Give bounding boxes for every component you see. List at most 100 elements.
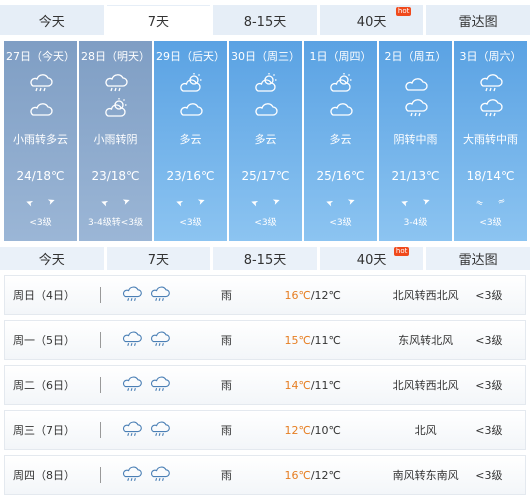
weather-icons <box>101 418 220 443</box>
tab-8-15days[interactable]: 8-15天 <box>213 5 317 35</box>
list-temp: 12℃/10℃ <box>284 424 375 437</box>
list-weather: 雨 <box>220 424 232 437</box>
forecast-temp: 25/16℃ <box>316 169 365 183</box>
list-wind: 北风 <box>414 424 437 437</box>
weather-icons <box>101 328 220 353</box>
forecast-desc: 小雨转多云 <box>13 133 68 146</box>
tab-7days[interactable]: 7天 <box>106 5 211 35</box>
temp-low: /12℃ <box>310 468 341 482</box>
forecast-card[interactable]: 30日（周三） 多云 25/17℃ ➤ ➤ <3级 <box>229 41 302 241</box>
tab-7days[interactable]: 7天 <box>106 247 211 270</box>
forecast-wind-level: <3级 <box>179 218 202 228</box>
tab-label: 7天 <box>147 253 170 268</box>
wind-arrow-icon: ➤ <box>196 196 207 208</box>
tab-8-15days[interactable]: 8-15天 <box>213 247 317 270</box>
tab-radar[interactable]: 雷达图 <box>426 247 530 270</box>
cloud-rain-icon <box>478 72 504 94</box>
temp-high: 12℃ <box>284 423 311 437</box>
cloud-rain-icon <box>149 418 171 443</box>
cloud-rain-icon <box>121 373 143 398</box>
tab-40days[interactable]: 40天 hot <box>319 5 424 35</box>
forecast-temp: 23/16℃ <box>166 169 215 183</box>
forecast-cards: 27日（今天） 小雨转多云 24/18℃ ➤ ➤ <3级 28日（明天） 小雨转阴 23/18℃… <box>4 41 530 241</box>
forecast-card[interactable]: 3日（周六） 大雨转中雨 18/14℃ ≈ ≈ <3级 <box>454 41 527 241</box>
cloud-sun-icon <box>178 72 204 94</box>
wind-direction: ➤ ➤ <box>249 195 282 209</box>
cloud-rain-icon <box>149 463 171 488</box>
hot-badge: hot <box>393 247 410 256</box>
list-item[interactable]: 周三（7日） 雨 12℃/10℃ 北风 <3级 <box>4 410 526 450</box>
list-item[interactable]: 周四（8日） 雨 16℃/12℃ 南风转东南风 <3级 <box>4 455 526 495</box>
forecast-wind-level: <3级 <box>479 218 502 228</box>
list-item[interactable]: 周日（4日） 雨 16℃/12℃ 北风转西北风 <3级 <box>4 275 526 315</box>
temp-high: 15℃ <box>284 333 311 347</box>
list-item[interactable]: 周一（5日） 雨 15℃/11℃ 东风转北风 <3级 <box>4 320 526 360</box>
tab-radar[interactable]: 雷达图 <box>426 5 530 35</box>
weather-icons <box>101 463 220 488</box>
tab-today[interactable]: 今天 <box>0 5 104 35</box>
list-wind-level: <3级 <box>475 469 503 482</box>
cloud-rain-icon <box>149 283 171 308</box>
list-temp: 16℃/12℃ <box>284 469 375 482</box>
list-wind-level: <3级 <box>475 289 503 302</box>
wind-arrow-icon: ➤ <box>46 196 57 208</box>
tab-label: 今天 <box>38 14 65 30</box>
forecast-card[interactable]: 2日（周五） 阴转中雨 21/13℃ ➤ ➤ 3-4级 <box>379 41 452 241</box>
temp-low: /10℃ <box>310 423 341 437</box>
list-day: 周三（7日） <box>13 424 75 437</box>
forecast-card[interactable]: 27日（今天） 小雨转多云 24/18℃ ➤ ➤ <3级 <box>4 41 77 241</box>
cloud-icon <box>403 72 429 94</box>
cloud-icon <box>28 97 54 119</box>
daily-list: 周日（4日）雨 16℃/12℃ 北风转西北风 <3级 周一（5日）雨 15℃/11℃ 东风转… <box>4 275 526 500</box>
cloud-rain-icon <box>121 418 143 443</box>
tab-label: 雷达图 <box>458 253 498 268</box>
forecast-temp: 25/17℃ <box>241 169 290 183</box>
wind-arrow-icon: ➤ <box>324 196 335 208</box>
forecast-date: 2日（周五） <box>384 50 447 63</box>
list-temp: 16℃/12℃ <box>284 289 375 302</box>
forecast-temp: 21/13℃ <box>391 169 440 183</box>
temp-low: /11℃ <box>310 333 341 347</box>
list-day: 周日（4日） <box>13 289 75 302</box>
temp-high: 14℃ <box>284 378 311 392</box>
list-temp: 15℃/11℃ <box>284 334 375 347</box>
weather-icons <box>101 373 220 398</box>
wind-arrow-icon: ➤ <box>249 196 260 208</box>
forecast-desc: 多云 <box>329 133 352 146</box>
tab-40days[interactable]: 40天 hot <box>319 247 424 270</box>
wind-arrow-icon: ➤ <box>271 196 282 208</box>
cloud-rain-icon <box>28 72 54 94</box>
forecast-temp: 18/14℃ <box>466 169 515 183</box>
list-wind: 东风转北风 <box>398 334 454 347</box>
wind-arrow-icon: ≈ <box>474 196 485 208</box>
cloud-rain-icon <box>103 72 129 94</box>
temp-low: /11℃ <box>310 378 341 392</box>
forecast-desc: 多云 <box>179 133 202 146</box>
forecast-temp: 23/18℃ <box>91 169 140 183</box>
cloud-rain-icon <box>121 463 143 488</box>
list-temp: 14℃/11℃ <box>284 379 375 392</box>
forecast-temp: 24/18℃ <box>16 169 65 183</box>
mid-tab-bar: 今天 7天 8-15天 40天 hot 雷达图 <box>0 247 530 270</box>
wind-arrow-icon: ➤ <box>174 196 185 208</box>
cloud-sun-icon <box>103 97 129 119</box>
tab-label: 40天 <box>356 14 387 30</box>
cloud-rain-icon <box>149 328 171 353</box>
list-wind: 北风转西北风 <box>392 289 459 302</box>
forecast-desc: 大雨转中雨 <box>463 133 518 146</box>
tab-today[interactable]: 今天 <box>0 247 104 270</box>
forecast-card[interactable]: 28日（明天） 小雨转阴 23/18℃ ➤ ➤ 3-4级转<3级 <box>79 41 152 241</box>
forecast-card[interactable]: 1日（周四） 多云 25/16℃ ➤ ➤ <3级 <box>304 41 377 241</box>
forecast-date: 29日（后天） <box>156 50 225 63</box>
list-weather: 雨 <box>220 469 232 482</box>
cloud-rain-icon <box>121 283 143 308</box>
forecast-card[interactable]: 29日（后天） 多云 23/16℃ ➤ ➤ <3级 <box>154 41 227 241</box>
cloud-sun-icon <box>253 72 279 94</box>
top-tab-bar: 今天 7天 8-15天 40天 hot 雷达图 <box>0 5 530 35</box>
list-weather: 雨 <box>220 289 232 302</box>
forecast-wind-level: <3级 <box>254 218 277 228</box>
cloud-rain-icon <box>478 97 504 119</box>
list-item[interactable]: 周二（6日） 雨 14℃/11℃ 北风转西北风 <3级 <box>4 365 526 405</box>
cloud-icon <box>178 97 204 119</box>
forecast-wind-level: <3级 <box>329 218 352 228</box>
